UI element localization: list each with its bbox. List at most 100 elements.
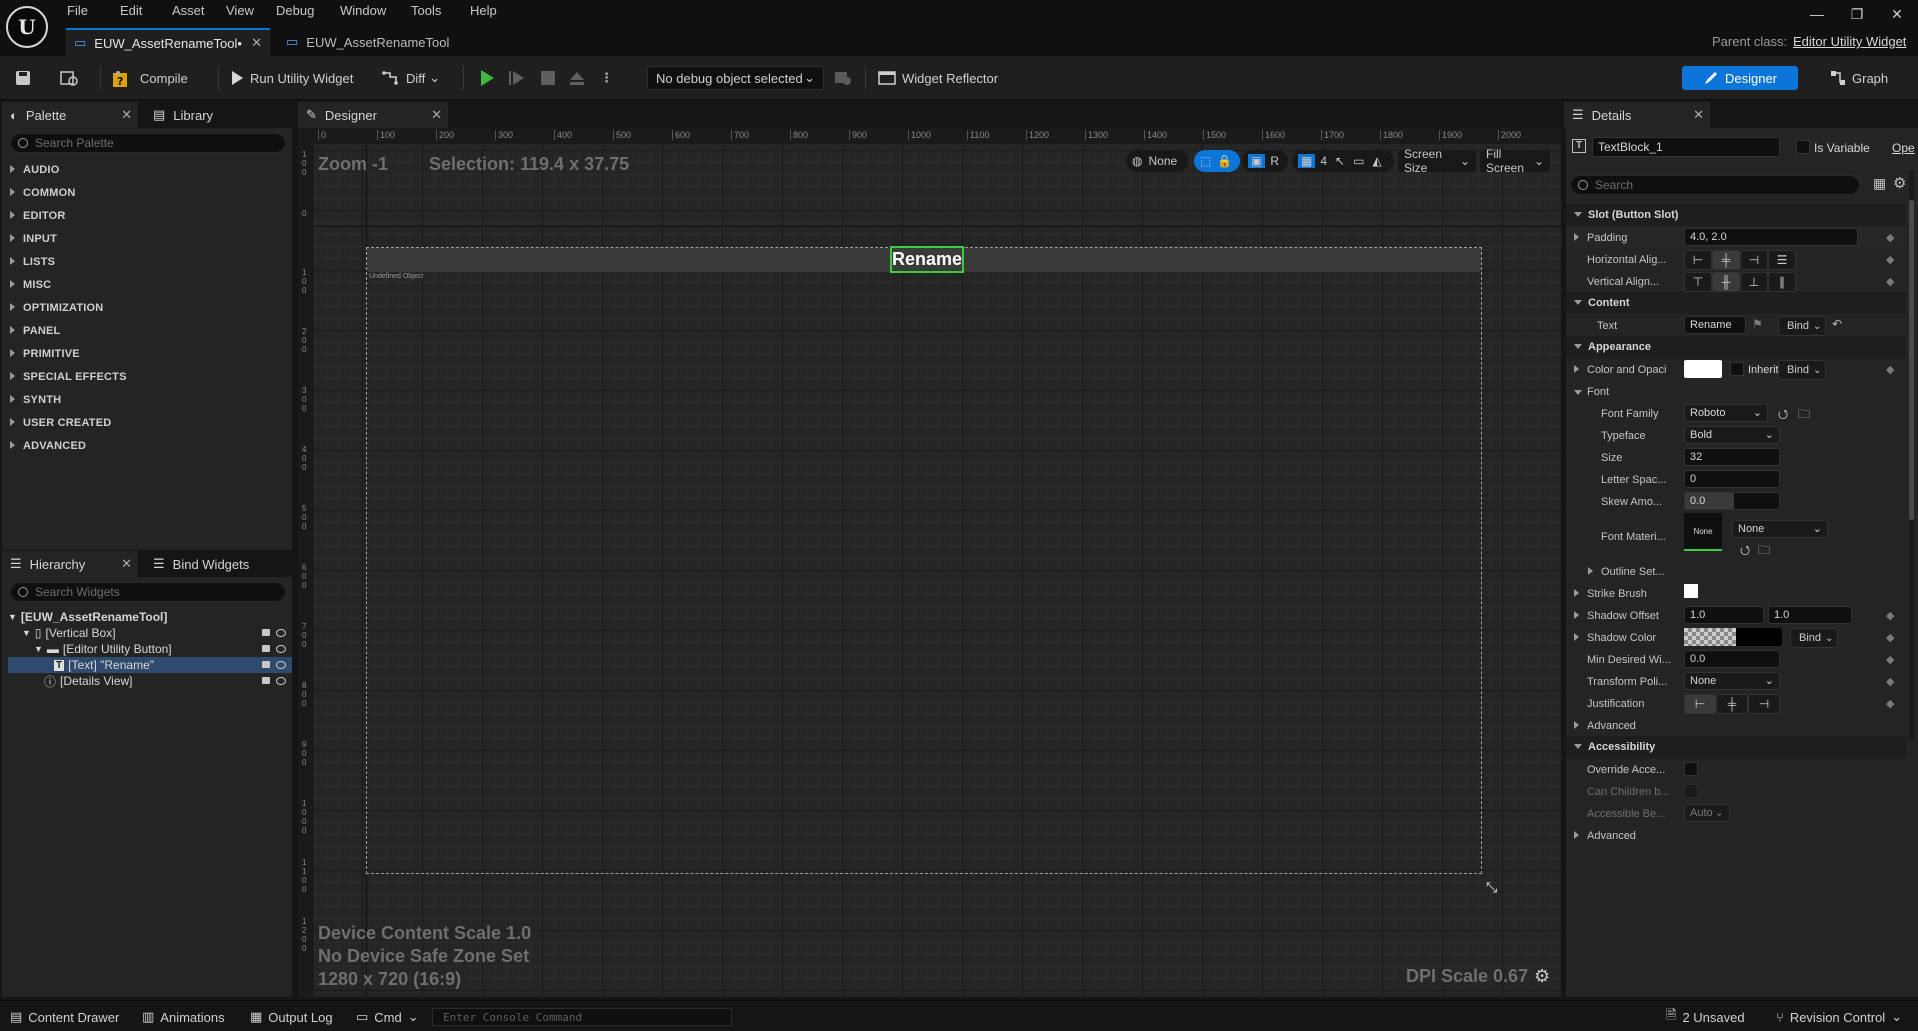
expand-arrow-icon[interactable] (1574, 365, 1579, 373)
accessible-behavior-dropdown[interactable]: Auto ⌄ (1684, 804, 1730, 822)
localization-preview-button[interactable]: ◍ None (1126, 150, 1188, 172)
compile-button[interactable]: ? Compile (112, 66, 188, 90)
justify-center-button[interactable]: ╪ (1716, 694, 1748, 714)
valign-center-button[interactable]: ╫ (1712, 272, 1740, 292)
designer-canvas[interactable]: Undefined Object Rename ⤡ (314, 144, 1561, 997)
typeface-dropdown[interactable]: Bold ⌄ (1684, 426, 1780, 444)
use-selected-arrow-icon[interactable]: ⭯ (1778, 405, 1788, 426)
section-accessibility[interactable]: Accessibility (1566, 736, 1906, 758)
keyframe-icon[interactable]: ◆ (1886, 275, 1896, 288)
tab-designer[interactable]: ✎ Designer ✕ (298, 102, 448, 128)
valign-bottom-button[interactable]: ⊥ (1740, 272, 1768, 292)
animations-button[interactable]: ▥ Animations (142, 1008, 225, 1026)
visibility-eye-icon[interactable] (276, 677, 286, 685)
expand-arrow-icon[interactable] (1574, 633, 1579, 641)
hierarchy-item-details-view[interactable]: ⓘ [Details View] (8, 673, 292, 689)
collapse-arrow-icon[interactable]: ▼ (22, 628, 31, 638)
palette-category-editor[interactable]: EDITOR (10, 210, 66, 222)
shadow-color-swatch-transparent[interactable] (1684, 628, 1736, 646)
expand-arrow-icon[interactable] (1574, 233, 1579, 241)
shadow-bind-dropdown[interactable]: Bind ⌄ (1790, 628, 1838, 648)
keyframe-icon[interactable]: ◆ (1886, 231, 1896, 244)
browse-folder-icon[interactable]: 🗀 (1758, 541, 1770, 562)
color-bind-dropdown[interactable]: Bind ⌄ (1778, 360, 1826, 380)
shadow-offset-x-input[interactable]: 1.0 (1684, 606, 1764, 624)
screen-size-dropdown[interactable]: Screen Size ⌄ (1398, 147, 1476, 175)
close-tab-icon[interactable]: ✕ (431, 107, 442, 123)
lock-icon[interactable] (262, 661, 270, 668)
designer-viewport[interactable]: 0 100 200 300 400 500 600 700 800 900 1000 1100 1200… (298, 128, 1561, 997)
transform-policy-dropdown[interactable]: None ⌄ (1684, 672, 1780, 690)
widget-name-input[interactable]: TextBlock_1 (1592, 137, 1780, 157)
expand-arrow-icon[interactable] (1574, 611, 1579, 619)
tab-euw-asset-rename-tool-active[interactable]: ▭ EUW_AssetRenameTool• ✕ (66, 28, 270, 56)
advanced-accessibility-label[interactable]: Advanced (1587, 830, 1636, 842)
halign-fill-button[interactable]: ☰ (1768, 250, 1796, 270)
palette-category-advanced[interactable]: ADVANCED (10, 440, 86, 452)
letter-spacing-input[interactable]: 0 (1684, 470, 1780, 488)
cursor-icon[interactable]: ↖ (1335, 154, 1345, 168)
menu-tools[interactable]: Tools (411, 3, 441, 21)
menu-debug[interactable]: Debug (276, 3, 314, 21)
section-appearance[interactable]: Appearance (1566, 336, 1906, 358)
eject-icon[interactable] (568, 66, 592, 90)
valign-top-button[interactable]: ⊤ (1684, 272, 1712, 292)
palette-category-input[interactable]: INPUT (10, 233, 57, 245)
console-command-input[interactable]: Enter Console Command (432, 1008, 732, 1026)
lock-icon[interactable] (262, 677, 270, 684)
keyframe-icon[interactable]: ◆ (1886, 675, 1896, 688)
palette-category-special-effects[interactable]: SPECIAL EFFECTS (10, 371, 127, 383)
parent-class-link[interactable]: Editor Utility Widget (1793, 34, 1906, 49)
close-window-icon[interactable]: ✕ (1882, 6, 1912, 26)
justify-left-button[interactable]: ⊢ (1684, 694, 1716, 714)
widget-reflector-button[interactable]: Widget Reflector (878, 66, 998, 90)
font-material-thumbnail[interactable]: None (1684, 513, 1722, 551)
palette-category-audio[interactable]: AUDIO (10, 164, 59, 176)
keyframe-icon[interactable]: ◆ (1886, 609, 1896, 622)
debug-filter-icon[interactable] (834, 66, 858, 90)
font-material-dropdown[interactable]: None ⌄ (1732, 520, 1828, 538)
details-scrollbar-track[interactable] (1909, 170, 1914, 740)
table-view-icon[interactable]: ▦ (1873, 175, 1886, 192)
collapse-arrow-icon[interactable] (1574, 390, 1582, 395)
palette-search-input[interactable]: Search Palette (10, 133, 286, 153)
localization-flag-icon[interactable]: ⚑ (1752, 317, 1763, 331)
content-drawer-button[interactable]: ▤ Content Drawer (10, 1008, 119, 1026)
menu-file[interactable]: File (67, 3, 88, 21)
browse-folder-icon[interactable]: 🗀 (1798, 405, 1810, 426)
minimize-icon[interactable]: — (1802, 6, 1832, 26)
shadow-offset-y-input[interactable]: 1.0 (1768, 606, 1852, 624)
text-bind-dropdown[interactable]: Bind ⌄ (1778, 316, 1826, 336)
lock-icon[interactable] (262, 645, 270, 652)
unsaved-button[interactable]: 🗎 2 Unsaved (1666, 1007, 1745, 1026)
tab-euw-asset-rename-tool[interactable]: ▭ EUW_AssetRenameTool (278, 28, 458, 56)
menu-edit[interactable]: Edit (120, 3, 142, 21)
respect-locks-toggle[interactable]: ⬚ 🔒 (1194, 150, 1240, 172)
expand-arrow-icon[interactable] (1588, 567, 1593, 575)
hierarchy-item-editor-utility-button[interactable]: ▼ ▬ [Editor Utility Button] (8, 641, 292, 657)
unreal-logo[interactable]: U (6, 6, 48, 48)
grid-snap-toolbar[interactable]: ▦ 4 ↖ ▭ ◭ (1292, 150, 1394, 172)
visibility-eye-icon[interactable] (276, 661, 286, 669)
keyframe-icon[interactable]: ◆ (1886, 697, 1896, 710)
palette-category-optimization[interactable]: OPTIMIZATION (10, 302, 103, 314)
debug-object-dropdown[interactable]: No debug object selected ⌄ (647, 66, 824, 90)
save-icon[interactable] (14, 66, 38, 90)
visibility-eye-icon[interactable] (276, 629, 286, 637)
palette-category-lists[interactable]: LISTS (10, 256, 55, 268)
browse-asset-icon[interactable] (60, 66, 86, 90)
section-content[interactable]: Content (1566, 292, 1906, 314)
image-icon[interactable]: ▭ (1353, 154, 1364, 168)
min-desired-width-input[interactable]: 0.0 (1684, 650, 1780, 668)
open-link[interactable]: Ope (1892, 141, 1915, 155)
more-options-icon[interactable]: ⋮ (600, 66, 613, 90)
skew-amount-slider[interactable]: 0.0 (1684, 492, 1780, 510)
tab-hierarchy[interactable]: ☰ Hierarchy ✕ (2, 551, 138, 577)
strike-brush-swatch[interactable] (1684, 584, 1698, 598)
font-family-dropdown[interactable]: Roboto ⌄ (1684, 404, 1768, 422)
color-swatch-white[interactable] (1684, 360, 1722, 378)
play-icon[interactable] (478, 66, 502, 90)
rename-text-widget[interactable]: Rename (890, 246, 964, 273)
hierarchy-item-text-rename[interactable]: T [Text] "Rename" (8, 657, 292, 673)
ruler-icon[interactable]: ◭ (1372, 154, 1381, 168)
